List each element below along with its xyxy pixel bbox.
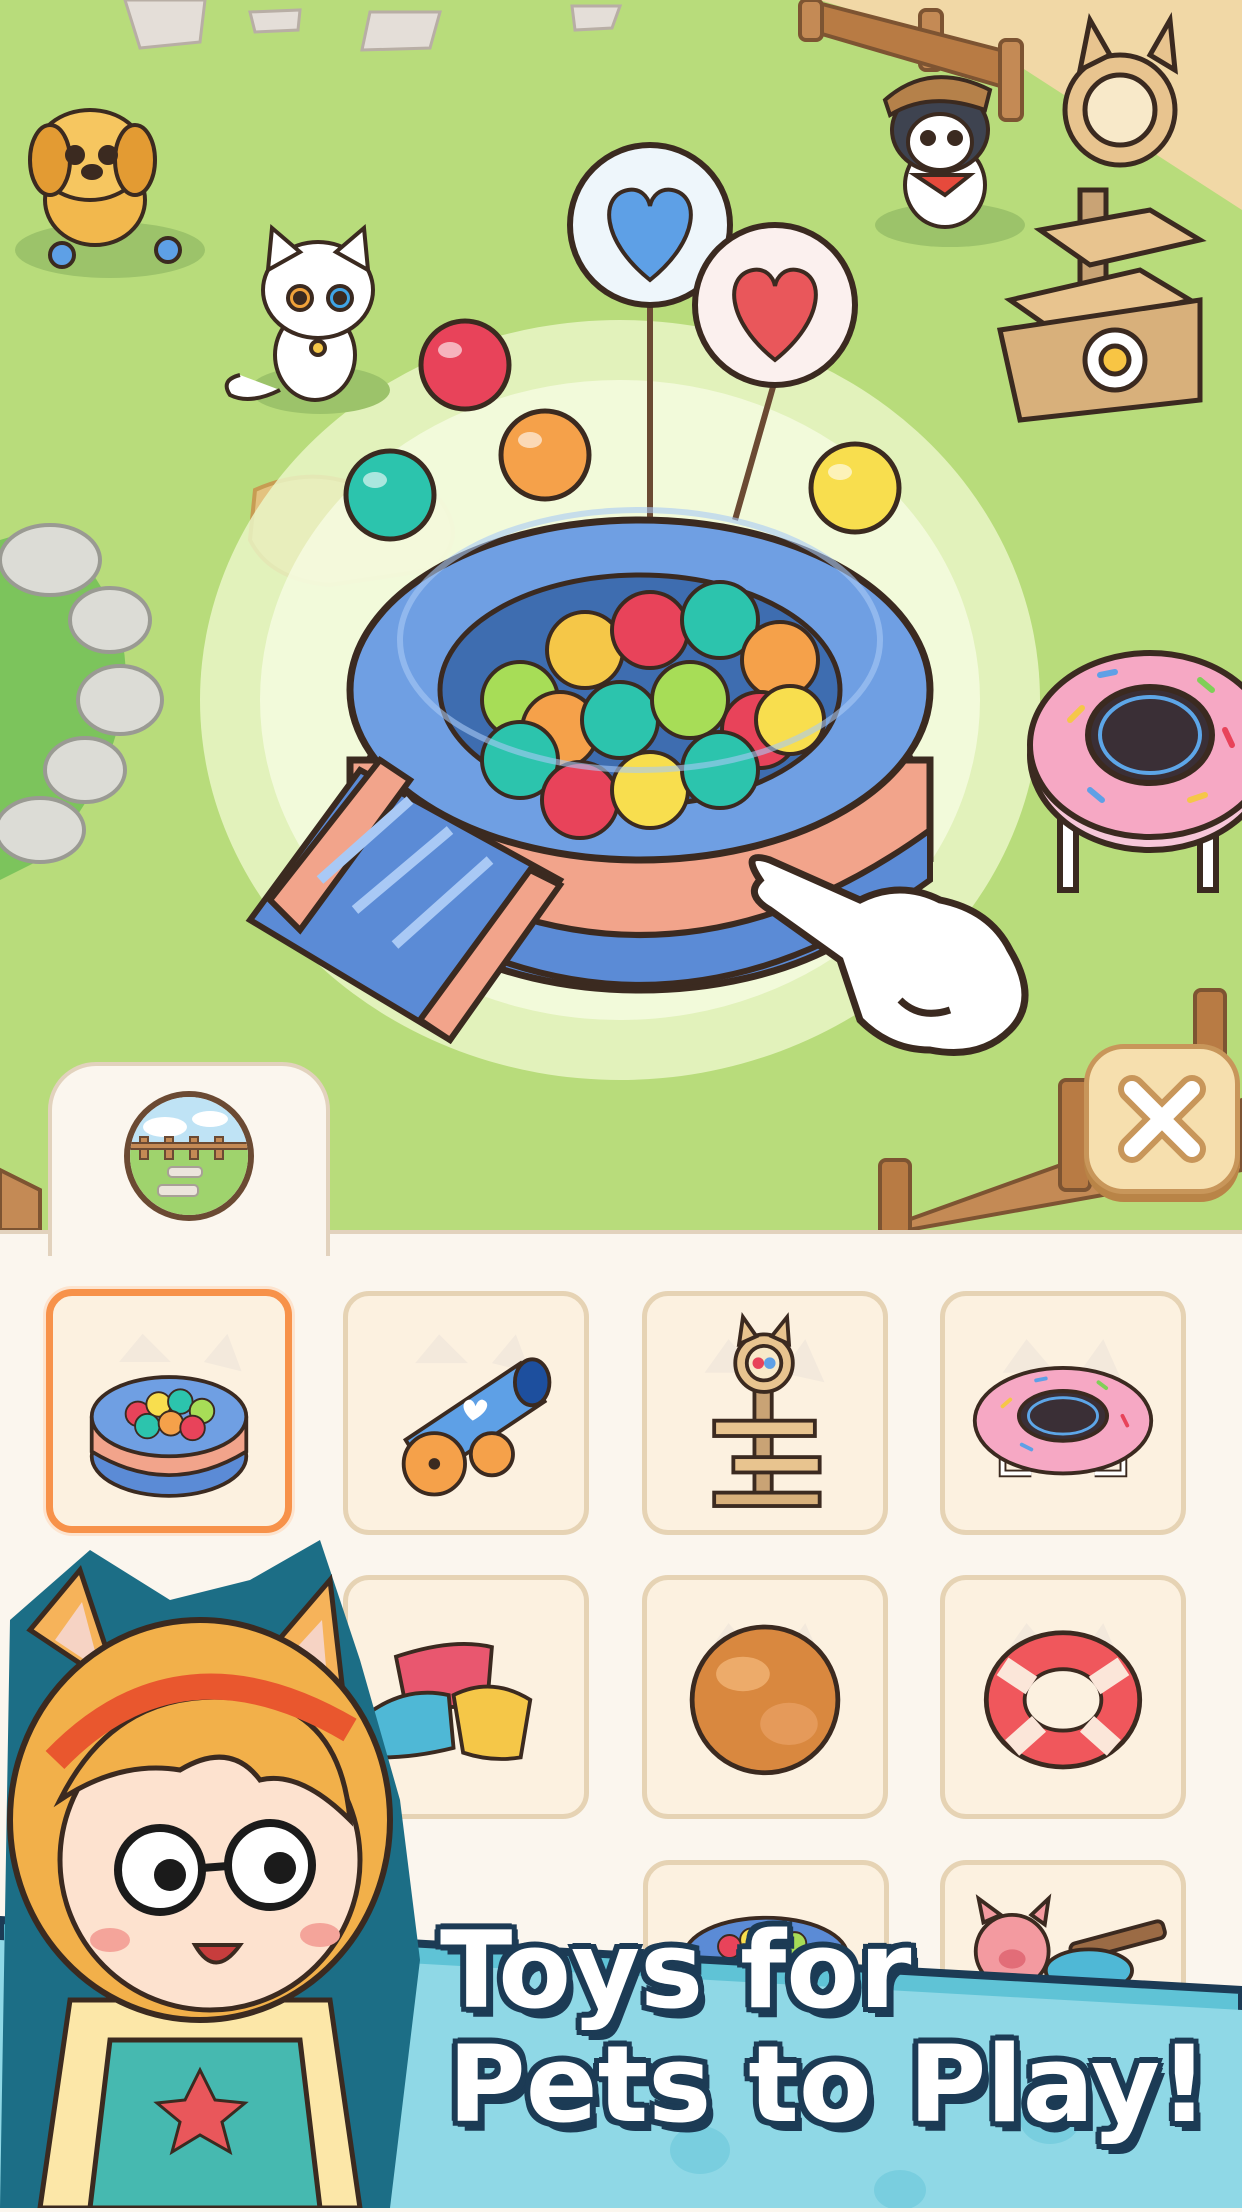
item-ball-cannon[interactable] (343, 1291, 589, 1535)
close-button[interactable] (1084, 1044, 1240, 1194)
item-swim-ring[interactable] (940, 1575, 1186, 1819)
headline-line-2: Pets to Play! (448, 2023, 1209, 2146)
item-cat-tree[interactable] (642, 1291, 888, 1535)
item-donut-trampoline[interactable] (940, 1291, 1186, 1535)
park-scene-icon (124, 1091, 254, 1221)
ball-pit-icon (89, 1333, 249, 1498)
swim-ring-icon (983, 1623, 1143, 1770)
leather-ball-icon (689, 1623, 841, 1776)
item-ball-pit[interactable] (46, 1289, 292, 1533)
game-scene[interactable] (0, 0, 1242, 1235)
cat-tree-icon (704, 1312, 825, 1508)
scene-art (0, 0, 1242, 1235)
donut-trampoline-icon (972, 1339, 1154, 1478)
category-tab-park[interactable] (48, 1062, 330, 1256)
headline-line-1: Toys for (440, 1909, 912, 2032)
girl-character (0, 1540, 430, 2211)
promo-headline: Toys for Pets to Play! (440, 1918, 1208, 2138)
item-leather-ball[interactable] (642, 1575, 888, 1819)
ball-cannon-icon (401, 1334, 552, 1497)
close-icon (1118, 1075, 1206, 1163)
